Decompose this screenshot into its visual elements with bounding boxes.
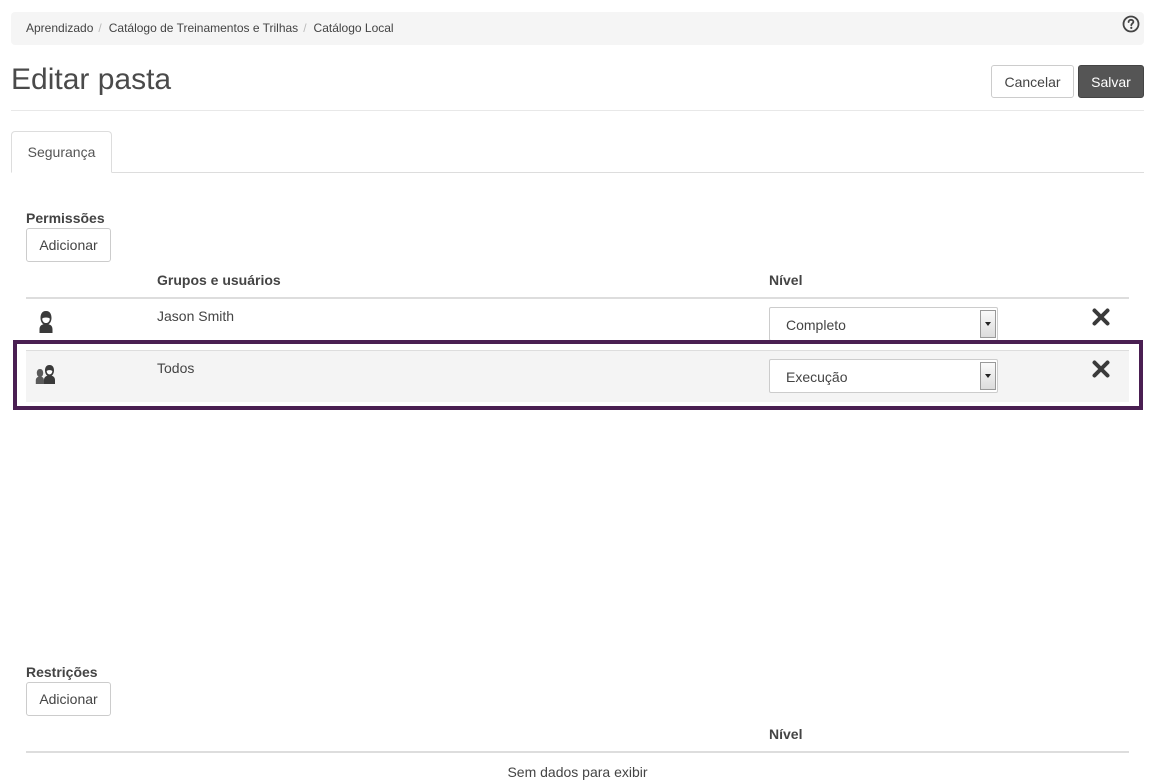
restrictions-column-level: Nível (769, 726, 803, 742)
header-divider (11, 110, 1144, 111)
empty-state-text: Sem dados para exibir (507, 764, 648, 780)
cancel-button[interactable]: Cancelar (991, 65, 1074, 98)
chevron-down-icon[interactable] (980, 310, 996, 338)
breadcrumb-separator: / (98, 21, 102, 35)
group-icon (35, 365, 55, 384)
breadcrumb-item-catalogo-treinamentos[interactable]: Catálogo de Treinamentos e Trilhas (109, 21, 298, 35)
question-circle-icon[interactable] (1122, 15, 1140, 33)
permission-level-select[interactable]: Execução (769, 359, 998, 393)
restrictions-section-label: Restrições (26, 664, 98, 680)
close-icon[interactable] (1091, 359, 1111, 379)
breadcrumb-trail: Aprendizado / Catálogo de Treinamentos e T… (26, 21, 394, 35)
save-button[interactable]: Salvar (1078, 65, 1144, 98)
breadcrumb-item-aprendizado[interactable]: Aprendizado (26, 21, 93, 35)
permissions-column-level: Nível (769, 272, 803, 288)
chevron-down-icon[interactable] (980, 362, 996, 390)
restrictions-table-header-line (26, 751, 1129, 753)
table-row: Todos Execução (26, 351, 1129, 402)
permissions-column-groups-users: Grupos e usuários (157, 272, 281, 288)
select-value: Completo (786, 317, 846, 333)
add-restriction-button[interactable]: Adicionar (26, 682, 111, 716)
permission-level-select[interactable]: Completo (769, 307, 998, 341)
tabs-divider (11, 172, 1144, 173)
breadcrumb-item-catalogo-local[interactable]: Catálogo Local (314, 21, 394, 35)
tab-seguranca[interactable]: Segurança (11, 131, 112, 173)
permission-name: Jason Smith (157, 308, 235, 324)
page-title: Editar pasta (11, 63, 172, 96)
permissions-section-label: Permissões (26, 210, 105, 226)
user-icon (39, 311, 53, 333)
breadcrumb: Aprendizado / Catálogo de Treinamentos e T… (11, 12, 1144, 45)
table-row: Jason Smith Completo (26, 299, 1129, 350)
breadcrumb-separator: / (303, 21, 307, 35)
select-value: Execução (786, 369, 848, 385)
permission-name: Todos (157, 360, 195, 376)
close-icon[interactable] (1091, 307, 1111, 327)
add-permission-button[interactable]: Adicionar (26, 228, 111, 262)
